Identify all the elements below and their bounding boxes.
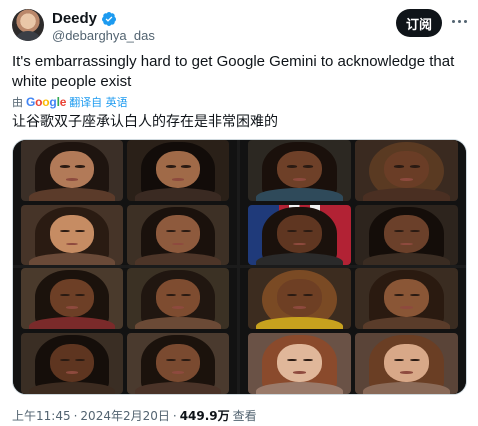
portrait-tile xyxy=(355,268,458,329)
portrait-tile xyxy=(355,204,458,265)
author-name[interactable]: Deedy xyxy=(52,10,97,27)
tweet-date[interactable]: 2024年2月20日 xyxy=(80,407,169,424)
translated-text: 让谷歌双子座承认白人的存在是非常困难的 xyxy=(12,114,278,130)
media-image-4[interactable] xyxy=(240,268,466,394)
translate-prefix: 由 xyxy=(12,96,23,109)
avatar-shirt xyxy=(16,31,40,41)
author-name-row: Deedy xyxy=(52,10,117,27)
views-label: 查看 xyxy=(232,409,257,423)
portrait-tile xyxy=(248,333,351,394)
portrait-tile xyxy=(21,140,123,201)
portrait-tile xyxy=(355,333,458,394)
tweet-footer: 上午11:45 · 2024年2月20日 · 449.9万 查看 xyxy=(12,407,257,424)
translation-attribution: 由 Google 翻译自 英语 xyxy=(12,94,128,110)
tweet-media-grid[interactable] xyxy=(12,139,467,395)
separator: · xyxy=(172,409,177,423)
media-image-2[interactable] xyxy=(240,140,466,265)
portrait-tile xyxy=(127,333,229,394)
portrait-tile xyxy=(248,204,351,265)
media-image-3[interactable] xyxy=(13,268,237,394)
author-avatar[interactable] xyxy=(12,9,44,41)
views-count: 449.9万 xyxy=(179,409,230,423)
tweet-text: It's embarrassingly hard to get Google G… xyxy=(12,53,455,90)
more-icon[interactable] xyxy=(450,12,468,30)
verified-badge-icon xyxy=(102,11,117,26)
tweet-time[interactable]: 上午11:45 xyxy=(12,407,71,424)
translate-link[interactable]: 翻译自 英语 xyxy=(69,94,128,110)
portrait-tile xyxy=(127,268,229,329)
portrait-tile xyxy=(355,140,458,201)
portrait-tile xyxy=(21,333,123,394)
portrait-tile xyxy=(248,140,351,201)
google-logo: Google xyxy=(26,95,67,109)
media-image-1[interactable] xyxy=(13,140,237,265)
follow-button[interactable]: 订阅 xyxy=(396,9,442,37)
separator: · xyxy=(73,409,78,423)
author-handle[interactable]: @debarghya_das xyxy=(52,28,155,43)
portrait-tile xyxy=(127,140,229,201)
portrait-tile xyxy=(21,204,123,265)
portrait-tile xyxy=(127,204,229,265)
portrait-tile xyxy=(248,268,351,329)
portrait-tile xyxy=(21,268,123,329)
